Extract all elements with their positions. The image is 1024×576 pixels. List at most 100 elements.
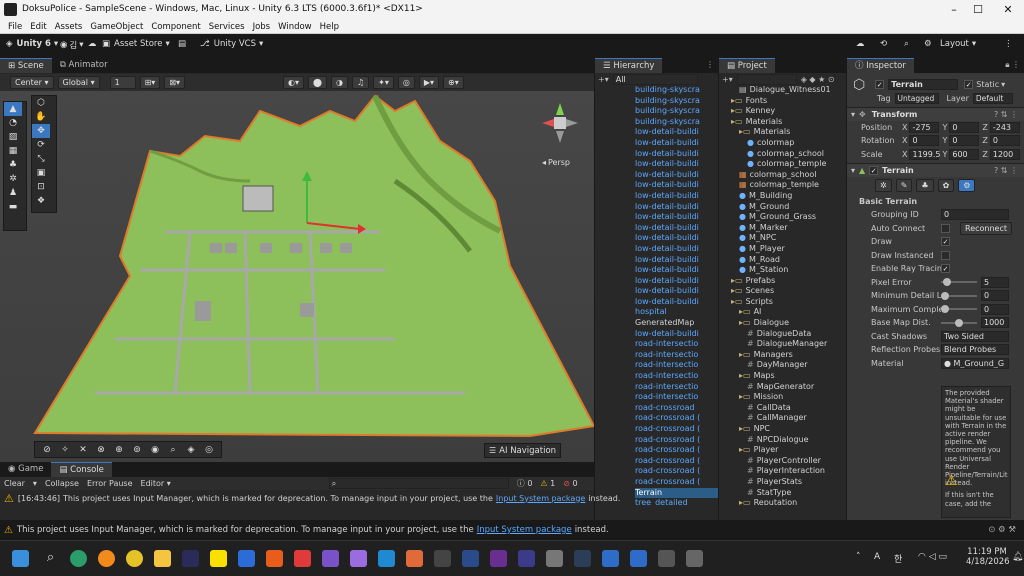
hierarchy-item[interactable]: low-detail-buildi [635,233,718,244]
app-icon-1[interactable] [70,550,87,567]
app-icon-6[interactable] [406,550,423,567]
status-text[interactable]: This project uses Input Manager, which i… [17,525,474,535]
layer-dropdown[interactable]: Default [972,92,1013,104]
project-item[interactable]: ▤ Dialogue_Witness01 [719,85,846,96]
terrain-tool-2-icon[interactable]: ✎ [895,179,913,192]
menu-assets[interactable]: Assets [55,22,83,32]
word-icon[interactable] [238,550,255,567]
project-item[interactable]: ▦ colormap_school [719,170,846,181]
pixel-error-field[interactable]: 5 [981,276,1009,288]
project-item[interactable]: # CallData [719,403,846,414]
add-icon[interactable]: +▾ [598,75,609,84]
terrain-paint-icon[interactable]: ◔ [4,116,22,130]
draw-checkbox[interactable]: ✓ [941,237,950,247]
terrain-view[interactable] [0,91,594,462]
reconnect-button[interactable]: Reconnect [960,221,1013,235]
hierarchy-item[interactable]: low-detail-buildi [635,127,718,138]
pivot-dropdown[interactable]: Center ▾ [10,76,54,89]
grid-snap-icon[interactable]: ⊞▾ [139,76,161,89]
object-name-field[interactable]: Terrain [888,79,959,91]
hierarchy-item[interactable]: road-crossroad ( [635,466,718,477]
error-count[interactable]: ⓘ 0 [517,478,533,489]
project-item[interactable]: # DialogueData [719,329,846,340]
project-item[interactable]: ● M_Building [719,191,846,202]
project-item[interactable]: # DayManager [719,360,846,371]
chatgpt-icon[interactable] [434,550,451,567]
menu-window[interactable]: Window [278,22,312,32]
project-item[interactable]: ● colormap_temple [719,159,846,170]
rect-tool-icon[interactable]: ▣ [32,166,50,180]
move-tool-icon[interactable]: ✥ [32,124,50,138]
brush-2-icon[interactable]: ✧ [56,443,74,457]
transform-x-field[interactable]: -275 [909,121,940,133]
auto-connect-checkbox[interactable] [941,223,950,233]
rotate-tool-icon[interactable]: ⟳ [32,138,50,152]
base-map-slider[interactable] [941,318,977,327]
transform-y-field[interactable]: 600 [949,148,980,160]
max-complex-slider[interactable] [941,305,977,314]
clear-dropdown-icon[interactable]: ▾ [33,479,37,488]
grouping-id-field[interactable]: 0 [941,209,1009,221]
package-icon[interactable]: ▤ [178,39,186,49]
hierarchy-item[interactable]: road-crossroad ( [635,435,718,446]
unity-account-button[interactable]: ◈ Unity 6 ▾ [6,39,58,49]
hierarchy-item[interactable]: low-detail-buildi [635,297,718,308]
project-item[interactable]: ● M_Road [719,255,846,266]
transform-z-field[interactable]: 0 [989,135,1020,147]
brush-10-icon[interactable]: ◎ [200,443,218,457]
hierarchy-item[interactable]: low-detail-buildi [635,212,718,223]
app-icon-4[interactable] [294,550,311,567]
hierarchy-item[interactable]: low-detail-buildi [635,276,718,287]
clock[interactable]: 11:19 PM 4/18/2026 [966,547,1010,567]
terrain-texture-icon[interactable]: ▦ [4,144,22,158]
hierarchy-item[interactable]: GeneratedMap [635,318,718,329]
console-search-input[interactable]: ⌕ [328,478,509,489]
hierarchy-item[interactable]: low-detail-buildi [635,286,718,297]
hierarchy-item[interactable]: low-detail-buildi [635,180,718,191]
editor-dropdown[interactable]: Editor ▾ [141,479,171,488]
add-icon[interactable]: +▾ [722,75,733,84]
input-system-link[interactable]: Input System package [496,494,585,503]
project-item[interactable]: # MapGenerator [719,382,846,393]
menu-help[interactable]: Help [320,22,339,32]
brush-1-icon[interactable]: ⊘ [38,443,56,457]
status-link[interactable]: Input System package [477,525,572,535]
scene-viewport[interactable]: ▲ ◔ ▨ ▦ ♣ ✲ ♟ ▬ ⬡ ✋ ✥ ⟳ ⤡ ▣ ⊡ ❖ ◂ Persp ⊘… [0,91,594,462]
project-item[interactable]: ▸▭ Scripts [719,297,846,308]
account-dropdown[interactable]: ◉ 김 ▾ [60,39,84,51]
ray-tracing-checkbox[interactable]: ✓ [941,264,950,274]
tab-scene[interactable]: ⊞ Scene [0,58,52,73]
orientation-gizmo[interactable] [540,103,580,153]
effects-icon[interactable]: ✦▾ [373,76,394,89]
project-item[interactable]: # StatType [719,488,846,499]
hierarchy-item[interactable]: road-intersectio [635,392,718,403]
visual-studio-icon[interactable] [350,550,367,567]
transform-y-field[interactable]: 0 [949,121,980,133]
project-item[interactable]: ▸▭ Player [719,445,846,456]
audio-icon[interactable]: ♫ [351,76,370,89]
project-item[interactable]: ▦ colormap_temple [719,180,846,191]
hierarchy-item[interactable]: Terrain [635,487,718,499]
view-2d-icon[interactable]: ⬤ [308,76,327,89]
status-icons[interactable]: ⊙ ⚙ ⚒ [988,525,1016,535]
project-item[interactable]: ▸▭ Prefabs [719,276,846,287]
project-item[interactable]: ▸▭ Materials [719,117,846,128]
brush-6-icon[interactable]: ⊚ [128,443,146,457]
project-item[interactable]: ● M_Ground [719,202,846,213]
console-log-entry[interactable]: ⚠ [16:43:46] This project uses Input Man… [0,490,620,506]
persp-label[interactable]: ◂ Persp [542,158,570,167]
project-item[interactable]: ● M_NPC [719,233,846,244]
filter-icon[interactable]: ◈ ◆ ★ ⊙ [801,75,835,84]
file-explorer-icon[interactable] [154,550,171,567]
terrain-header[interactable]: ▾ ▲ ✓ Terrain ? ⇅ ⋮ [847,163,1024,177]
project-item[interactable]: ▸▭ Materials [719,127,846,138]
brush-4-icon[interactable]: ⊗ [92,443,110,457]
project-item[interactable]: ▸▭ Reputation [719,498,846,505]
transform-tool-icon[interactable]: ⊡ [32,180,50,194]
space-dropdown[interactable]: Global ▾ [57,76,100,89]
project-item[interactable]: ● M_Player [719,244,846,255]
terrain-settings-tab-icon[interactable]: ⚙ [958,179,976,192]
draw-instanced-checkbox[interactable] [941,250,950,260]
hierarchy-item[interactable]: road-intersectio [635,382,718,393]
draw-mode-icon[interactable]: ◐▾ [283,76,305,89]
